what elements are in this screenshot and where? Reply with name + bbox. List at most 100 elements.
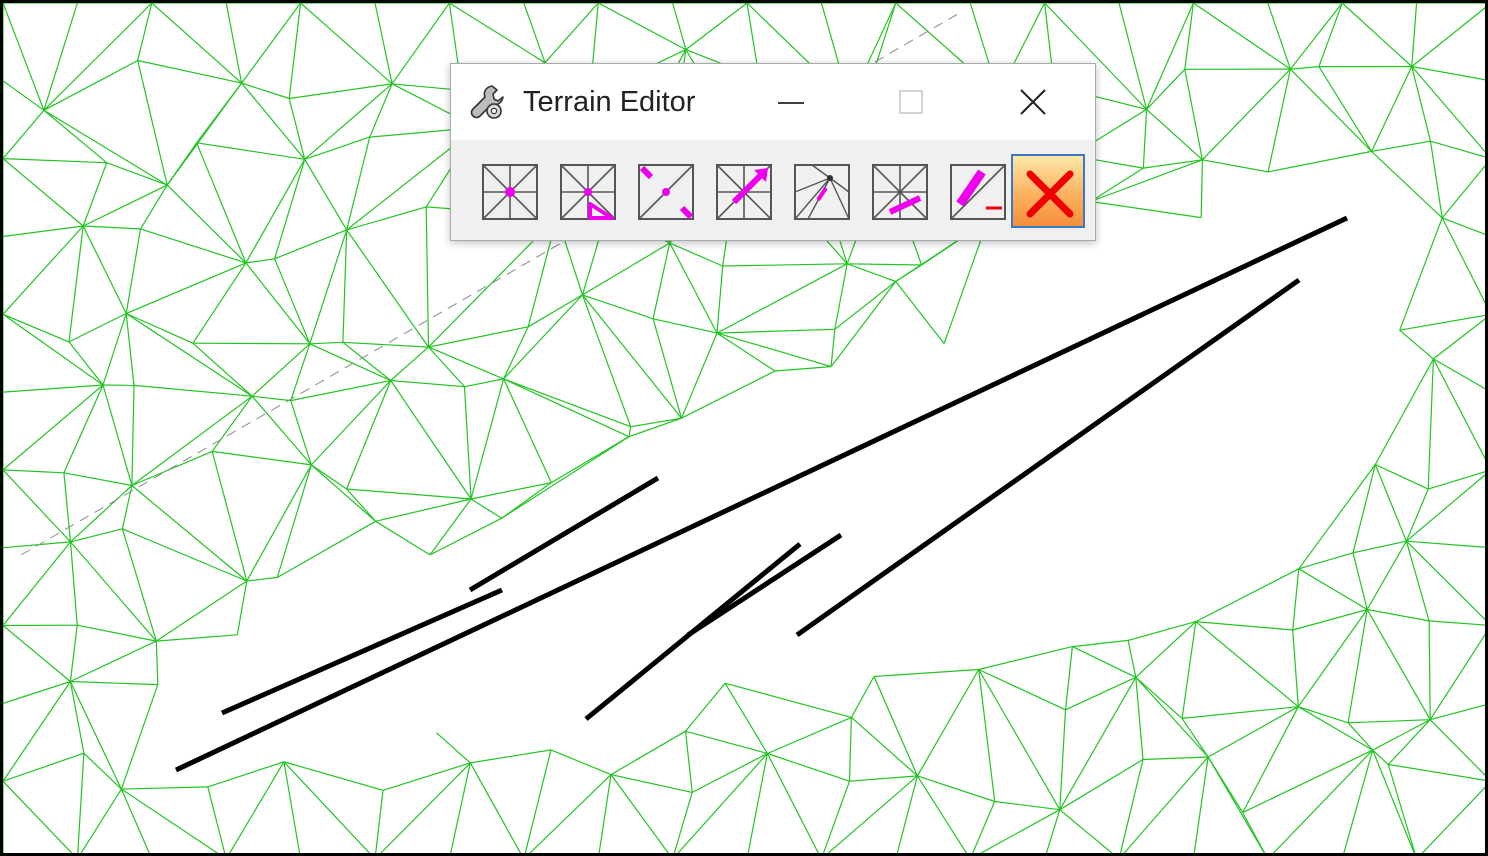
mesh-edge (428, 346, 504, 380)
mesh-edge (1298, 552, 1354, 570)
mesh-edge (1195, 621, 1293, 631)
mesh-edge (680, 332, 718, 419)
mesh-edge (211, 395, 253, 452)
mesh-edge (375, 520, 431, 556)
maximize-button[interactable] (891, 82, 931, 122)
mesh-edge (192, 342, 253, 397)
mesh-edge (3, 109, 45, 159)
mesh-edge (1371, 66, 1413, 152)
move-vertex-tool[interactable] (629, 154, 703, 228)
mesh-edge (1430, 140, 1485, 158)
mesh-edge (581, 294, 632, 427)
mesh-edge (236, 580, 248, 635)
wrench-gear-icon (470, 85, 504, 119)
cancel-tool[interactable] (1011, 154, 1085, 228)
mesh-pencil-icon (950, 164, 1006, 220)
mesh-edge (652, 318, 683, 419)
mesh-edge (1142, 756, 1209, 761)
mesh-edge (3, 681, 71, 782)
mesh-edge (428, 326, 529, 348)
minimize-button[interactable] (771, 82, 811, 122)
mesh-edge (369, 83, 393, 138)
terrain-editor-window[interactable]: Terrain Editor (450, 63, 1096, 241)
mesh-edge (1207, 756, 1265, 853)
mesh-edge (1433, 318, 1485, 360)
window-title: Terrain Editor (523, 86, 696, 118)
mesh-edge (121, 528, 157, 642)
mesh-edge (77, 753, 85, 853)
mesh-edge (610, 774, 669, 853)
breakline-segment[interactable] (795, 277, 1301, 638)
mesh-edge (597, 3, 687, 51)
mesh-edge (1193, 3, 1291, 70)
mesh-edge (3, 384, 104, 393)
mesh-edge (125, 262, 247, 315)
mesh-edge (716, 332, 832, 368)
breakline-segment[interactable] (220, 587, 504, 716)
mesh-edge (523, 3, 546, 63)
mesh-edge (283, 761, 301, 853)
breakline-segment[interactable] (468, 475, 660, 593)
mesh-edge (1348, 719, 1431, 724)
mesh-edge (3, 225, 84, 315)
mesh-edge (3, 469, 71, 543)
mesh-edge (1297, 609, 1368, 708)
mesh-edge (125, 312, 253, 397)
mesh-edge (3, 384, 104, 471)
mesh-edge (274, 159, 306, 259)
mesh-edge (724, 682, 852, 718)
mesh-edge (137, 59, 242, 84)
mesh-edge (630, 417, 682, 428)
mesh-edge (978, 669, 996, 802)
flip-edge-tool[interactable] (707, 154, 781, 228)
insert-vertex-tool[interactable] (473, 154, 547, 228)
mesh-edge (469, 762, 522, 853)
mesh-edge (628, 417, 682, 438)
mesh-edge (102, 313, 127, 386)
mesh-edge (63, 472, 72, 542)
mesh-edge (1123, 756, 1209, 853)
mesh-edge (1429, 633, 1485, 721)
mesh-edge (1429, 620, 1485, 626)
mesh-edge (3, 752, 85, 782)
mesh-edge (1432, 358, 1485, 460)
mesh-edge (211, 451, 248, 582)
mesh-edge (82, 225, 127, 314)
close-button[interactable] (1013, 82, 1053, 122)
mesh-edge (80, 788, 122, 853)
mesh-edge (3, 680, 71, 704)
mesh-edge (3, 225, 84, 238)
mesh-edge (1406, 540, 1485, 548)
mesh-edge (582, 294, 682, 419)
mesh-edge (229, 761, 285, 853)
mesh-edge (246, 576, 278, 582)
mesh-edge (309, 343, 391, 382)
delete-edge-tool[interactable] (863, 154, 937, 228)
mesh-edge (3, 158, 107, 164)
mesh-edge (1372, 719, 1431, 751)
edit-line-tool[interactable] (941, 154, 1015, 228)
mesh-edge (70, 640, 157, 683)
mesh-edge (70, 680, 158, 686)
mesh-edge (1290, 66, 1319, 70)
mesh-edge (463, 386, 472, 500)
mesh-edge (346, 380, 392, 490)
mesh-edge (896, 775, 918, 853)
mesh-edge (252, 395, 291, 402)
mesh-edge (289, 83, 393, 100)
title-bar[interactable]: Terrain Editor (451, 64, 1095, 140)
mesh-edge (873, 676, 918, 777)
close-icon (1020, 89, 1046, 115)
mesh-edge (1366, 609, 1431, 720)
mesh-edge (1289, 68, 1373, 152)
mesh-edge (628, 426, 632, 437)
mesh-edge (1201, 68, 1291, 161)
mesh-edge (1127, 640, 1137, 678)
terrain-viewport[interactable]: Terrain Editor (0, 0, 1488, 856)
mesh-edge (1388, 763, 1485, 781)
mesh-edge (747, 753, 768, 853)
mesh-edge (3, 780, 73, 853)
delete-vertex-tool[interactable] (551, 154, 625, 228)
swap-triangle-tool[interactable] (785, 154, 859, 228)
mesh-edge (503, 326, 529, 380)
